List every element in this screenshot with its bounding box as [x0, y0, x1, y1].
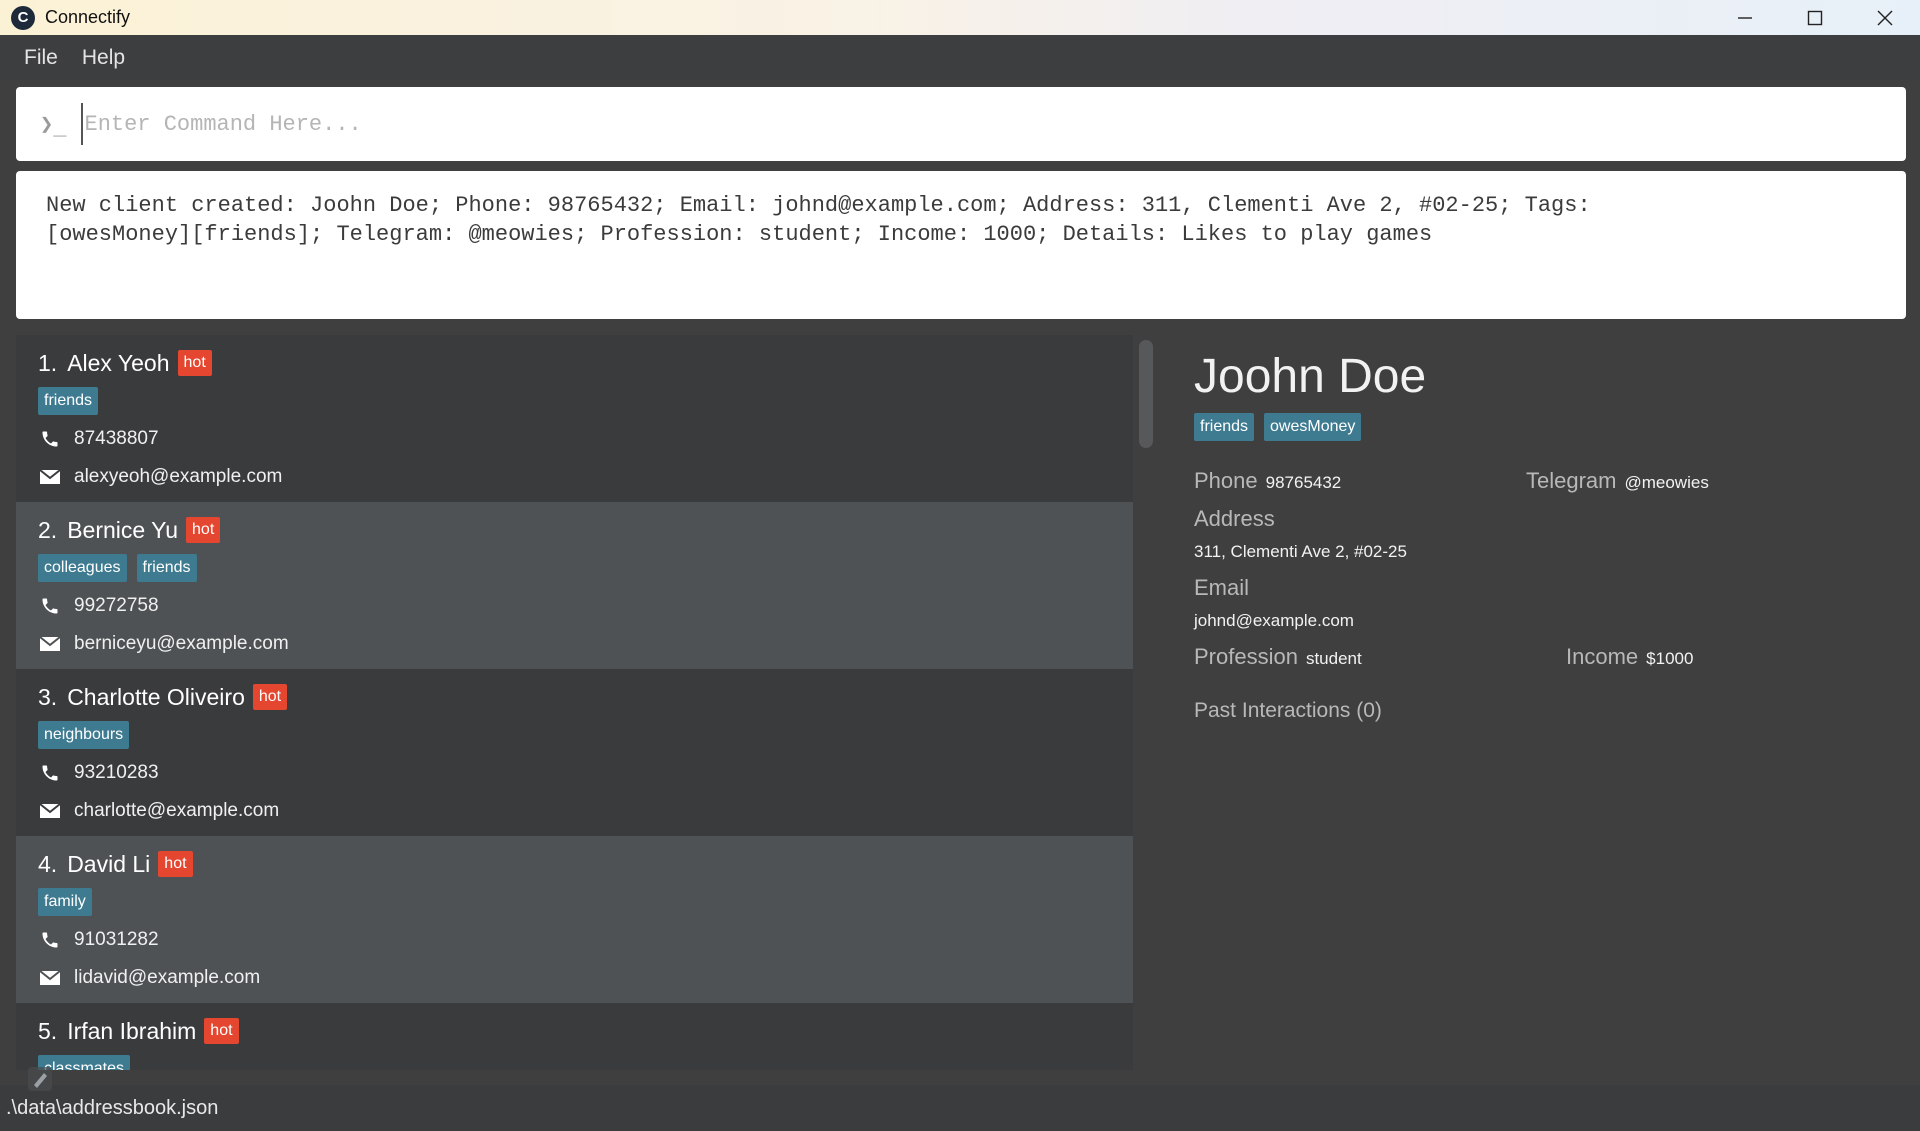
person-phone: 91031282 [74, 929, 159, 950]
person-card[interactable]: 2. Bernice Yu hot colleagues friends 992… [16, 502, 1133, 669]
close-button[interactable] [1850, 0, 1920, 35]
past-interactions-label[interactable]: Past Interactions (0) [1194, 699, 1382, 723]
person-email: lidavid@example.com [74, 967, 261, 988]
hot-badge: hot [204, 1018, 239, 1044]
tag: neighbours [38, 721, 130, 749]
email-icon [38, 632, 62, 656]
income-label: Income [1566, 644, 1639, 669]
person-phone: 93210283 [74, 762, 159, 783]
person-card[interactable]: 3. Charlotte Oliveiro hot neighbours 932… [16, 669, 1133, 836]
person-index: 1. [38, 349, 58, 376]
tag: friends [38, 387, 99, 415]
tag: friends [136, 554, 197, 582]
list-scrollbar-thumb[interactable] [1139, 340, 1153, 448]
person-name: David Li [67, 850, 151, 877]
maximize-icon [1807, 10, 1823, 25]
app-logo-icon: C [11, 5, 35, 30]
detail-name: Joohn Doe [1194, 350, 1427, 403]
save-location: .\data\addressbook.json [6, 1096, 219, 1119]
person-index: 2. [38, 516, 58, 543]
menu-file[interactable]: File [12, 46, 70, 70]
close-icon [1877, 10, 1893, 25]
phone-icon [38, 427, 62, 451]
person-email: charlotte@example.com [74, 800, 280, 821]
profession-label: Profession [1194, 644, 1298, 669]
person-card[interactable]: 5. Irfan Ibrahim hot classmates [16, 1003, 1133, 1070]
person-card[interactable]: 1. Alex Yeoh hot friends 87438807 alexye… [16, 335, 1133, 502]
person-phone: 99272758 [74, 595, 159, 616]
menu-bar: File Help [0, 35, 1920, 80]
person-email: alexyeoh@example.com [74, 466, 283, 487]
person-list: 1. Alex Yeoh hot friends 87438807 alexye… [16, 335, 1133, 1070]
person-index: 4. [38, 850, 58, 877]
person-name: Irfan Ibrahim [67, 1017, 197, 1044]
status-bar: .\data\addressbook.json [0, 1085, 1920, 1131]
detail-tags: friends owesMoney [1194, 413, 1371, 441]
person-name: Charlotte Oliveiro [67, 683, 245, 710]
result-display: New client created: Joohn Doe; Phone: 98… [16, 171, 1906, 319]
person-detail-panel: Joohn Doe friends owesMoney Phone 987654… [1194, 335, 1894, 1070]
tag: colleagues [38, 554, 127, 582]
phone-icon [38, 761, 62, 785]
detail-phone: 98765432 [1265, 473, 1342, 492]
person-name: Bernice Yu [67, 516, 179, 543]
window-title: Connectify [45, 7, 131, 27]
tag: owesMoney [1264, 413, 1362, 441]
person-phone: 87438807 [74, 428, 159, 449]
maximize-button[interactable] [1780, 0, 1850, 35]
detail-email: johnd@example.com [1194, 611, 1354, 630]
hot-badge: hot [186, 517, 221, 543]
window-controls [1710, 0, 1920, 35]
detail-telegram: @meowies [1624, 473, 1709, 492]
phone-icon [38, 594, 62, 618]
hot-badge: hot [158, 851, 193, 877]
person-index: 5. [38, 1017, 58, 1044]
hot-badge: hot [252, 684, 288, 710]
detail-address: 311, Clementi Ave 2, #02-25 [1194, 542, 1407, 561]
command-input[interactable] [80, 103, 1906, 145]
person-email: berniceyu@example.com [74, 633, 289, 654]
phone-label: Phone [1194, 468, 1258, 493]
address-label: Address [1194, 506, 1275, 531]
person-name: Alex Yeoh [67, 349, 170, 376]
person-card[interactable]: 4. David Li hot family 91031282 lidavid@… [16, 836, 1133, 1003]
hot-badge: hot [177, 350, 212, 376]
minimize-icon [1738, 16, 1752, 19]
person-index: 3. [38, 683, 58, 710]
email-icon [38, 799, 62, 823]
terminal-prompt-icon: ❯_ [40, 111, 67, 137]
email-label: Email [1194, 575, 1250, 600]
pen-icon[interactable] [16, 1057, 62, 1099]
tag: family [38, 888, 92, 916]
email-icon [38, 966, 62, 990]
phone-icon [38, 928, 62, 952]
title-bar: C Connectify [0, 0, 1920, 35]
detail-profession: student [1305, 649, 1362, 668]
menu-help[interactable]: Help [70, 46, 137, 70]
minimize-button[interactable] [1710, 0, 1780, 35]
telegram-label: Telegram [1526, 468, 1617, 493]
tag: friends [1194, 413, 1255, 441]
command-box: ❯_ [16, 87, 1906, 161]
detail-income: $1000 [1646, 649, 1694, 668]
email-icon [38, 465, 62, 489]
